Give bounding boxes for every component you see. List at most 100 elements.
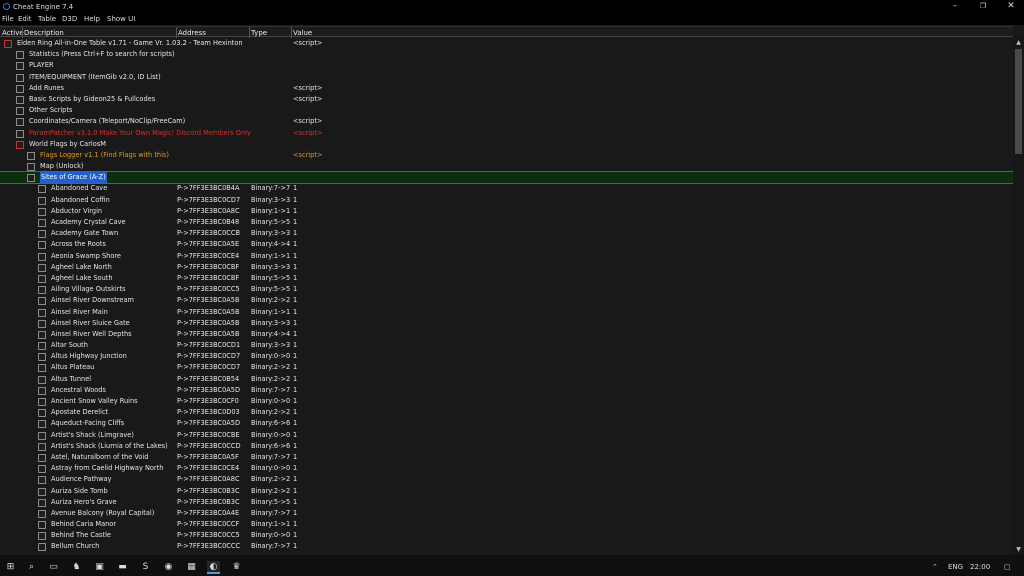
minimize-button[interactable]: – xyxy=(940,0,970,13)
active-checkbox[interactable] xyxy=(16,107,24,116)
active-checkbox[interactable] xyxy=(38,521,46,530)
active-checkbox[interactable] xyxy=(38,252,46,261)
app-icon-1[interactable]: ♞ xyxy=(70,561,83,574)
active-checkbox[interactable] xyxy=(38,207,46,216)
app-icon-2[interactable]: ▣ xyxy=(93,561,106,574)
maximize-button[interactable]: ❐ xyxy=(968,0,998,13)
table-row[interactable]: Add Runes <script> xyxy=(0,83,1013,94)
table-row[interactable]: Academy Crystal Cave P->7FF3E3BC0B48 Binar… xyxy=(0,217,1013,228)
active-checkbox[interactable] xyxy=(38,330,46,339)
scroll-up-icon[interactable]: ▲ xyxy=(1013,38,1024,47)
table-row[interactable]: Behind The Castle P->7FF3E3BC0CC5 Binary:0… xyxy=(0,530,1013,541)
table-row[interactable]: Flags Logger v1.1 (Find Flags with this)… xyxy=(0,150,1013,161)
active-checkbox[interactable] xyxy=(38,319,46,328)
table-row[interactable]: World Flags by CarlosM xyxy=(0,139,1013,150)
active-checkbox[interactable] xyxy=(38,353,46,362)
table-row[interactable]: Astel, Naturalborn of the Void P->7FF3E3B… xyxy=(0,452,1013,463)
row-value[interactable]: 1 xyxy=(293,195,297,206)
clock[interactable]: 22:00 xyxy=(970,563,990,571)
table-row[interactable]: Behind Caria Manor P->7FF3E3BC0CCF Binary:… xyxy=(0,519,1013,530)
row-value[interactable]: 1 xyxy=(293,474,297,485)
row-value[interactable]: 1 xyxy=(293,307,297,318)
task-view-icon[interactable]: ▭ xyxy=(47,561,60,574)
table-row[interactable]: Elden Ring All-in-One Table v1.71 - Game… xyxy=(0,38,1013,49)
active-checkbox[interactable] xyxy=(38,342,46,351)
menu-table[interactable]: Table xyxy=(38,15,56,23)
table-row[interactable]: Agheel Lake North P->7FF3E3BC0CBF Binary:3… xyxy=(0,262,1013,273)
row-value[interactable]: 1 xyxy=(293,452,297,463)
table-row[interactable]: Auriza Side Tomb P->7FF3E3BC0B3C Binary:2-… xyxy=(0,486,1013,497)
active-checkbox[interactable] xyxy=(4,40,12,48)
app-icon-4[interactable]: ♛ xyxy=(230,561,243,574)
row-value[interactable]: <script> xyxy=(293,38,322,49)
table-row[interactable]: Audience Pathway P->7FF3E3BC0A8C Binary:2-… xyxy=(0,474,1013,485)
row-value[interactable]: 1 xyxy=(293,251,297,262)
header-type[interactable]: Type xyxy=(251,29,267,38)
menu-help[interactable]: Help xyxy=(84,15,100,23)
table-row[interactable]: Apostate Derelict P->7FF3E3BC0D03 Binary:2… xyxy=(0,407,1013,418)
table-row[interactable]: Ancestral Woods P->7FF3E3BC0A5D Binary:7->… xyxy=(0,385,1013,396)
row-value[interactable]: 1 xyxy=(293,362,297,373)
scroll-thumb[interactable] xyxy=(1015,49,1022,154)
active-checkbox[interactable] xyxy=(38,487,46,496)
active-checkbox[interactable] xyxy=(38,241,46,250)
row-value[interactable]: 1 xyxy=(293,340,297,351)
table-row[interactable]: PLAYER xyxy=(0,60,1013,71)
table-row[interactable]: Astray from Caelid Highway North P->7FF3E… xyxy=(0,463,1013,474)
table-row[interactable]: Ainsel River Main P->7FF3E3BC0A5B Binary:1… xyxy=(0,307,1013,318)
active-checkbox[interactable] xyxy=(16,62,24,71)
active-checkbox[interactable] xyxy=(38,498,46,507)
active-checkbox[interactable] xyxy=(38,453,46,462)
active-checkbox[interactable] xyxy=(38,509,46,518)
active-checkbox[interactable] xyxy=(16,84,24,93)
table-row[interactable]: Bellum Church P->7FF3E3BC0CCC Binary:7->7 1 xyxy=(0,541,1013,552)
active-checkbox[interactable] xyxy=(16,140,24,149)
table-row[interactable]: Altus Tunnel P->7FF3E3BC0B54 Binary:2->2 1 xyxy=(0,374,1013,385)
table-row[interactable]: Abandoned Coffin P->7FF3E3BC0CD7 Binary:3-… xyxy=(0,195,1013,206)
active-checkbox[interactable] xyxy=(38,196,46,205)
tray-chevron-icon[interactable]: ⌃ xyxy=(932,563,938,571)
row-value[interactable]: <script> xyxy=(293,94,322,105)
table-row[interactable]: Aeonia Swamp Shore P->7FF3E3BC0CE4 Binary:… xyxy=(0,251,1013,262)
active-checkbox[interactable] xyxy=(16,51,24,60)
table-row[interactable]: Ailing Village Outskirts P->7FF3E3BC0CC5 B… xyxy=(0,284,1013,295)
active-checkbox[interactable] xyxy=(38,185,46,194)
active-checkbox[interactable] xyxy=(38,543,46,552)
active-checkbox[interactable] xyxy=(38,431,46,440)
column-separator[interactable] xyxy=(249,27,250,38)
cheat-table-list[interactable]: Elden Ring All-in-One Table v1.71 - Game… xyxy=(0,38,1013,555)
row-value[interactable]: 1 xyxy=(293,463,297,474)
notifications-icon[interactable]: ▢ xyxy=(1004,563,1011,571)
row-value[interactable]: 1 xyxy=(293,183,297,194)
row-value[interactable]: 1 xyxy=(293,351,297,362)
row-value[interactable]: <script> xyxy=(293,116,322,127)
table-row[interactable]: Agheel Lake South P->7FF3E3BC0CBF Binary:5… xyxy=(0,273,1013,284)
row-value[interactable]: 1 xyxy=(293,385,297,396)
row-value[interactable]: 1 xyxy=(293,441,297,452)
table-row[interactable]: Abandoned Cave P->7FF3E3BC0B4A Binary:7->7… xyxy=(0,183,1013,194)
row-value[interactable]: 1 xyxy=(293,284,297,295)
windows-start-icon[interactable]: ⊞ xyxy=(4,561,17,574)
active-checkbox[interactable] xyxy=(38,532,46,541)
row-value[interactable]: 1 xyxy=(293,329,297,340)
row-value[interactable]: 1 xyxy=(293,206,297,217)
table-row[interactable]: ParamPatcher v3.1.0 Make Your Own Magic!… xyxy=(0,128,1013,139)
row-value[interactable]: 1 xyxy=(293,228,297,239)
scroll-down-icon[interactable]: ▼ xyxy=(1013,545,1024,554)
header-value[interactable]: Value xyxy=(293,29,312,38)
active-checkbox[interactable] xyxy=(38,364,46,373)
menu-file[interactable]: File xyxy=(2,15,14,23)
row-value[interactable]: 1 xyxy=(293,396,297,407)
table-row[interactable]: Ainsel River Sluice Gate P->7FF3E3BC0A5B B… xyxy=(0,318,1013,329)
header-address[interactable]: Address xyxy=(178,29,206,38)
table-row[interactable]: Across the Roots P->7FF3E3BC0A5E Binary:4-… xyxy=(0,239,1013,250)
cheat-engine-taskbar-icon[interactable]: ◐ xyxy=(207,561,220,574)
table-row[interactable]: Avenue Balcony (Royal Capital) P->7FF3E3B… xyxy=(0,508,1013,519)
table-row[interactable]: Ainsel River Well Depths P->7FF3E3BC0A5B B… xyxy=(0,329,1013,340)
active-checkbox[interactable] xyxy=(16,73,24,82)
active-checkbox[interactable] xyxy=(27,163,35,172)
file-explorer-icon[interactable]: ▬ xyxy=(116,561,129,574)
table-row[interactable]: Altar South P->7FF3E3BC0CD1 Binary:3->3 1 xyxy=(0,340,1013,351)
row-value[interactable]: 1 xyxy=(293,262,297,273)
row-value[interactable]: 1 xyxy=(293,541,297,552)
